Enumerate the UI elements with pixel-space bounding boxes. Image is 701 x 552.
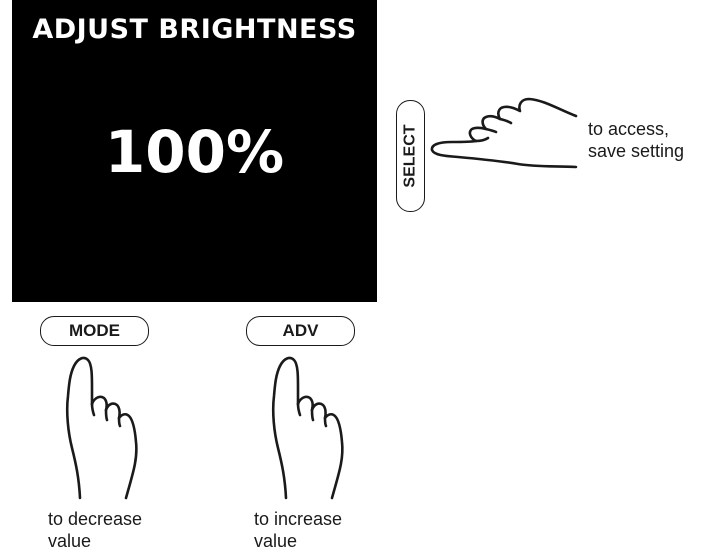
adv-caption-line: to increase bbox=[254, 509, 343, 529]
mode-button-label: MODE bbox=[69, 321, 120, 340]
mode-button[interactable]: MODE bbox=[40, 316, 149, 346]
hand-pointing-up-icon bbox=[65, 356, 138, 500]
hand-pointing-up-icon bbox=[271, 356, 344, 500]
adv-caption: to increase value bbox=[254, 508, 342, 552]
select-button[interactable]: SELECT bbox=[396, 100, 425, 212]
adv-button[interactable]: ADV bbox=[246, 316, 355, 346]
mode-caption-line: value bbox=[48, 531, 92, 551]
select-caption: to access, save setting bbox=[588, 118, 684, 162]
adv-caption-line: value bbox=[254, 531, 298, 551]
mode-caption-line: to decrease bbox=[48, 509, 143, 529]
select-caption-line: to access, bbox=[588, 119, 670, 139]
mode-caption: to decrease value bbox=[48, 508, 142, 552]
brightness-value: 100% bbox=[104, 118, 285, 186]
screen-title: ADJUST BRIGHTNESS bbox=[32, 14, 357, 45]
select-caption-line: save setting bbox=[588, 141, 685, 161]
select-button-label: SELECT bbox=[401, 124, 419, 188]
hand-pointing-left-icon bbox=[430, 97, 578, 169]
display-screen: ADJUST BRIGHTNESS 100% bbox=[12, 0, 377, 302]
adv-button-label: ADV bbox=[282, 321, 319, 340]
